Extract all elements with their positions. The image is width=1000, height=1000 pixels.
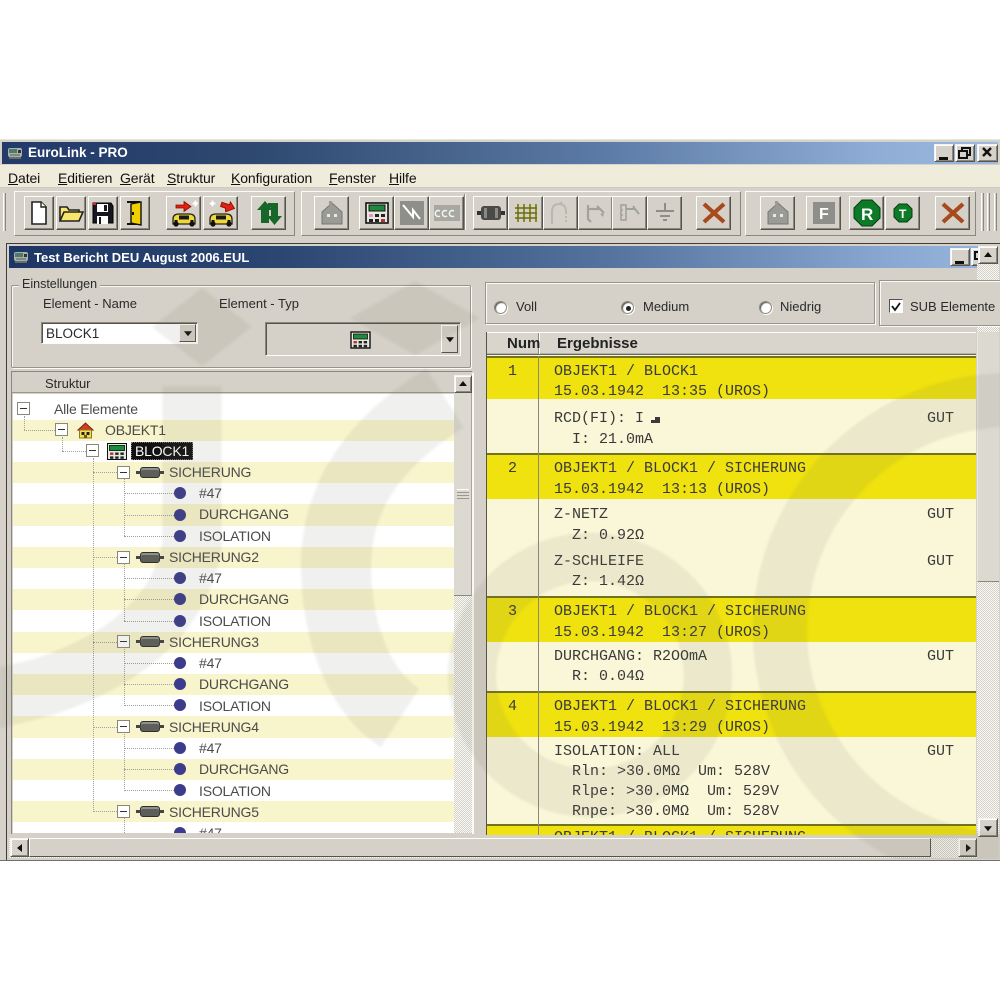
svg-text:F: F bbox=[819, 206, 829, 223]
svg-text:T: T bbox=[899, 207, 907, 221]
svg-text:R: R bbox=[861, 205, 873, 224]
